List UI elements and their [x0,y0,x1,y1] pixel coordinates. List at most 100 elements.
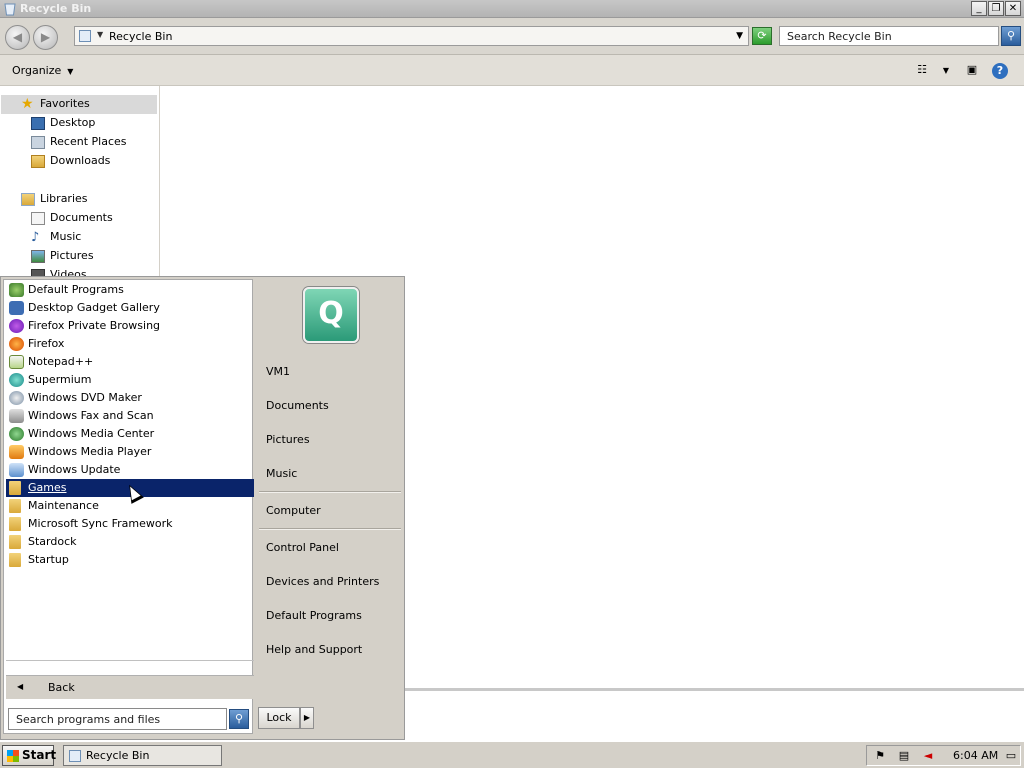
help-icon[interactable]: ? [992,63,1008,79]
nav-recent-places[interactable]: Recent Places [31,133,127,151]
back-button[interactable]: ◀ Back [6,675,254,699]
program-firefox[interactable]: Firefox [6,335,254,353]
back-label: Back [48,681,75,694]
show-desktop-icon[interactable]: ▭ [1004,749,1018,763]
documents-link[interactable]: Documents [266,397,329,415]
program-media-center[interactable]: Windows Media Center [6,425,254,443]
program-fax-scan[interactable]: Windows Fax and Scan [6,407,254,425]
title-bar: Recycle Bin _ ❐ ✕ [0,0,1024,18]
chevron-down-icon: ▼ [67,67,74,76]
organize-label: Organize [12,64,62,77]
media-player-icon [9,445,24,459]
documents-icon [31,211,45,225]
libraries-icon [21,192,35,206]
view-dropdown-icon[interactable]: ▼ [938,66,954,81]
devices-printers-link[interactable]: Devices and Printers [266,573,379,591]
folder-icon [9,481,21,495]
details-pane-divider [405,688,1024,691]
close-button[interactable]: ✕ [1005,1,1021,16]
taskbar-item-recycle-bin[interactable]: Recycle Bin [63,745,222,766]
volume-muted-icon[interactable]: ◄ [921,749,935,763]
network-icon[interactable]: ▤ [897,749,911,763]
forward-button[interactable]: ▶ [33,25,58,50]
start-menu-right-pane: Q VM1 Documents Pictures Music Computer … [255,279,403,699]
music-link[interactable]: Music [266,465,297,483]
navigation-pane: ★ Favorites Desktop Recent Places Downloa… [0,86,160,276]
nav-videos[interactable]: Videos [31,266,87,276]
minimize-button[interactable]: _ [971,1,987,16]
computer-link[interactable]: Computer [266,502,321,520]
user-folder-link[interactable]: VM1 [266,363,290,381]
default-programs-icon [9,283,24,297]
desktop-icon [31,116,45,130]
program-supermium[interactable]: Supermium [6,371,254,389]
start-button[interactable]: Start [2,745,56,766]
pictures-link[interactable]: Pictures [266,431,310,449]
taskbar: Start Recycle Bin ⚑ ▤ ◄ 6:04 AM ▭ [0,741,1024,768]
program-gadget-gallery[interactable]: Desktop Gadget Gallery [6,299,254,317]
nav-desktop[interactable]: Desktop [31,114,95,132]
windows-update-icon [9,463,24,477]
notepadpp-icon [9,355,24,369]
folder-icon [9,499,21,513]
downloads-icon [31,154,45,168]
folder-icon [9,553,21,567]
program-dvd-maker[interactable]: Windows DVD Maker [6,389,254,407]
address-path[interactable]: Recycle Bin [109,30,172,43]
nav-favorites[interactable]: ★ Favorites [21,95,90,113]
nav-documents[interactable]: Documents [31,209,113,227]
folder-sync-framework[interactable]: Microsoft Sync Framework [6,515,254,533]
program-notepadpp[interactable]: Notepad++ [6,353,254,371]
search-input[interactable]: Search Recycle Bin [779,26,999,46]
organize-menu[interactable]: Organize ▼ [12,64,73,77]
right-pane-separator [259,491,401,493]
supermium-icon [9,373,24,387]
nav-pictures[interactable]: Pictures [31,247,94,265]
chevron-down-icon[interactable]: ▼ [97,30,103,39]
fax-scan-icon [9,409,24,423]
taskbar-item-label: Recycle Bin [86,749,150,762]
address-dropdown-icon[interactable]: ▼ [736,31,743,41]
programs-list: Default Programs Desktop Gadget Gallery … [3,279,254,734]
back-button[interactable]: ◀ [5,25,30,50]
gadget-gallery-icon [9,301,24,315]
nav-downloads[interactable]: Downloads [31,152,110,170]
address-box[interactable]: ▼ Recycle Bin ▼ [74,26,749,46]
folder-stardock[interactable]: Stardock [6,533,254,551]
address-bar-area: ◀ ▶ ▼ Recycle Bin ▼ ⟳ Search Recycle Bin… [0,18,1024,55]
default-programs-link[interactable]: Default Programs [266,607,362,625]
folder-startup[interactable]: Startup [6,551,254,569]
program-firefox-private[interactable]: Firefox Private Browsing [6,317,254,335]
program-default-programs[interactable]: Default Programs [6,281,254,299]
start-search-input[interactable]: Search programs and files [8,708,227,730]
refresh-button[interactable]: ⟳ [752,27,772,45]
program-media-player[interactable]: Windows Media Player [6,443,254,461]
clock[interactable]: 6:04 AM [953,749,998,762]
pictures-icon [31,249,45,263]
recycle-bin-icon [69,750,81,762]
preview-pane-icon[interactable]: ▣ [964,63,980,78]
nav-libraries[interactable]: Libraries [21,190,88,208]
firefox-icon [9,337,24,351]
command-toolbar: Organize ▼ ☷ ▼ ▣ ? [0,55,1024,86]
search-icon[interactable]: ⚲ [229,709,249,729]
action-center-flag-icon[interactable]: ⚑ [873,749,887,763]
lock-button[interactable]: Lock [258,707,300,729]
window-title: Recycle Bin [20,2,92,15]
help-support-link[interactable]: Help and Support [266,641,362,659]
videos-icon [31,268,45,276]
start-menu: Default Programs Desktop Gadget Gallery … [0,276,405,740]
program-windows-update[interactable]: Windows Update [6,461,254,479]
media-center-icon [9,427,24,441]
recent-places-icon [31,135,45,149]
restore-button[interactable]: ❐ [988,1,1004,16]
user-avatar[interactable]: Q [303,287,359,343]
star-icon: ★ [21,95,34,112]
view-options-icon[interactable]: ☷ [914,63,930,78]
notification-area: ⚑ ▤ ◄ 6:04 AM ▭ [866,745,1021,766]
nav-music[interactable]: ♪ Music [31,228,81,246]
control-panel-link[interactable]: Control Panel [266,539,339,557]
shutdown-options-arrow-icon[interactable]: ▶ [300,707,314,729]
firefox-private-icon [9,319,24,333]
search-icon[interactable]: ⚲ [1001,26,1021,46]
